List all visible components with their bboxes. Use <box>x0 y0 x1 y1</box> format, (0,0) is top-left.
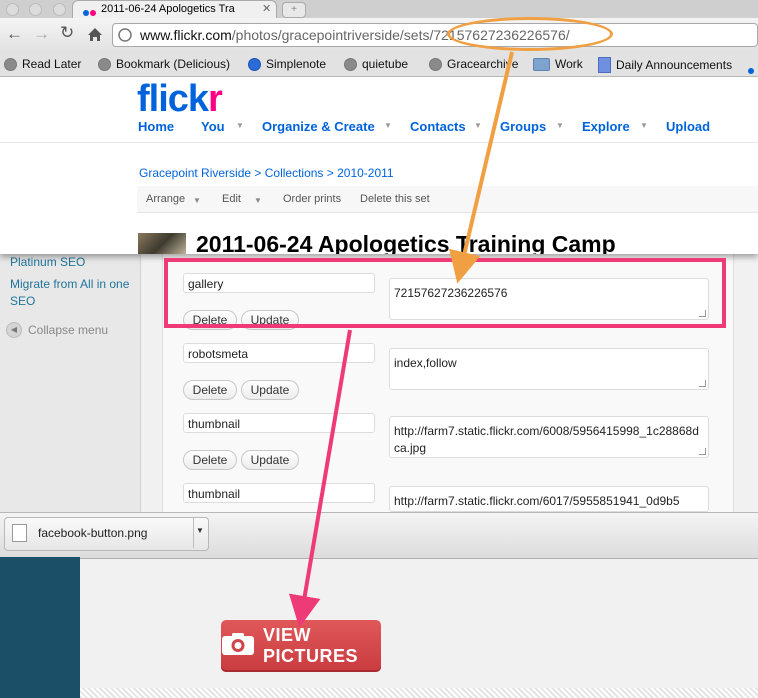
pink-arrow <box>288 329 352 628</box>
orange-arrow <box>449 51 514 284</box>
annotation-arrows <box>288 51 514 628</box>
